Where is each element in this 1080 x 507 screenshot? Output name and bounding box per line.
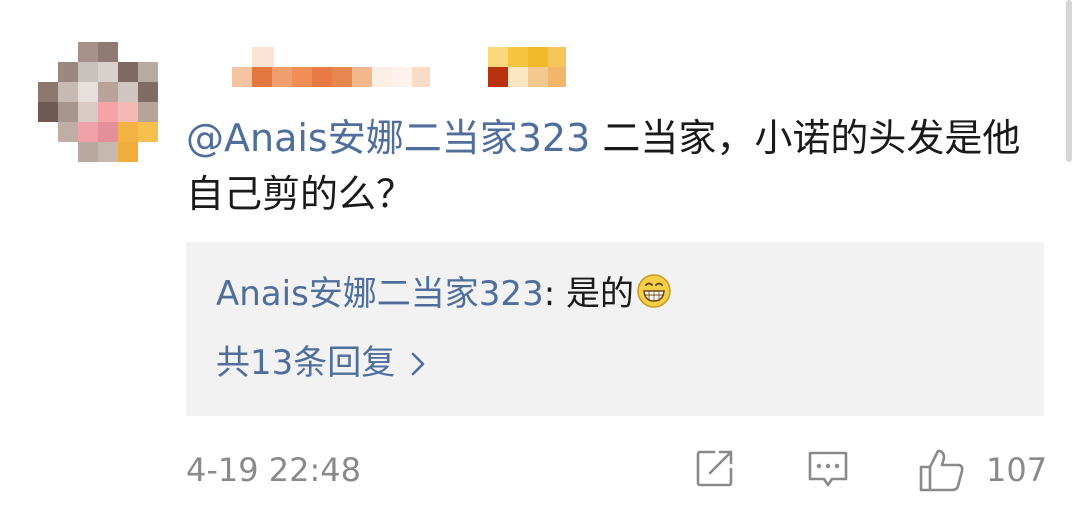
chevron-right-icon: [411, 352, 425, 376]
blurred-username[interactable]: [232, 45, 572, 89]
like-count: 107: [986, 451, 1048, 489]
comment-text: @Anais安娜二当家323 二当家，小诺的头发是他自己剪的么？: [186, 110, 1046, 222]
view-replies-link[interactable]: 共13条回复: [216, 339, 425, 387]
reply-separator: :: [543, 274, 566, 314]
comment-icon[interactable]: [806, 447, 850, 491]
share-icon[interactable]: [694, 447, 736, 489]
reply-box[interactable]: Anais安娜二当家323: 是的 共13条回复: [186, 242, 1044, 416]
avatar[interactable]: [38, 42, 158, 166]
reply-username-link[interactable]: Anais安娜二当家323: [216, 274, 544, 314]
grinning-face-icon: [637, 274, 671, 308]
view-replies-label: 共13条回复: [216, 343, 396, 383]
comment-timestamp: 4-19 22:48: [186, 451, 362, 489]
scrollbar[interactable]: [1066, 0, 1072, 162]
reply-text: 是的: [565, 274, 634, 314]
mention-link[interactable]: @Anais安娜二当家323: [186, 116, 590, 160]
reply-preview: Anais安娜二当家323: 是的: [216, 270, 672, 318]
like-icon[interactable]: [918, 447, 966, 493]
